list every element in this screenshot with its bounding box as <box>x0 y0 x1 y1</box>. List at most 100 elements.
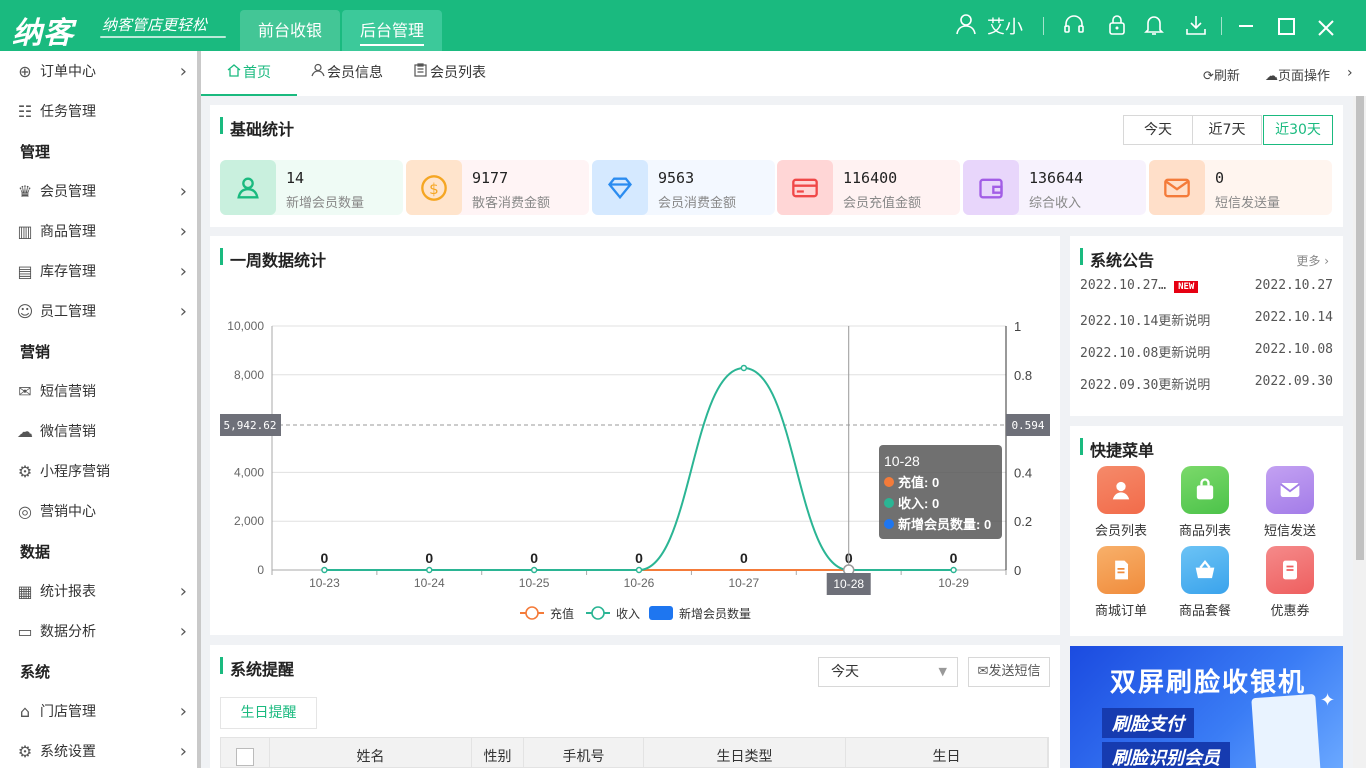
sidebar-item[interactable]: ✉ 短信营销 <box>0 371 197 411</box>
main-scrollbar[interactable] <box>1353 96 1366 768</box>
sidebar-item[interactable]: ⚙ 系统设置 › <box>0 731 197 768</box>
download-icon[interactable] <box>1185 14 1207 41</box>
stat-card[interactable]: 9563 会员消费金额 <box>592 160 775 215</box>
close-icon[interactable] <box>1318 17 1334 41</box>
sidebar: ⊕ 订单中心 › ☷ 任务管理 管理 ♛ 会员管理 › ▥ 商品管理 › ▤ 库存管理 › ☺ 员工管理 › 营销 ✉… <box>0 51 197 768</box>
minimize-icon[interactable] <box>1238 10 1254 37</box>
tab-birthday-reminder[interactable]: 生日提醒 <box>220 697 317 729</box>
chevron-right-icon: › <box>179 60 187 82</box>
envelope-icon <box>1149 160 1205 215</box>
range-today[interactable]: 今天 <box>1123 115 1193 145</box>
stat-card[interactable]: 136644 综合收入 <box>963 160 1146 215</box>
lock-icon[interactable] <box>1108 14 1126 41</box>
x-tick-label: 10-29 <box>938 576 969 590</box>
bell-icon[interactable] <box>1144 14 1164 41</box>
wallet-icon <box>963 160 1019 215</box>
sidebar-item[interactable]: ⌂ 门店管理 › <box>0 691 197 731</box>
send-sms-button[interactable]: ✉发送短信 <box>968 657 1050 687</box>
x-tick-label: 10-25 <box>519 576 550 590</box>
sidebar-item[interactable]: ▦ 统计报表 › <box>0 571 197 611</box>
user-name[interactable]: 艾小 <box>987 13 1023 39</box>
sidebar-item[interactable]: ⚙ 小程序营销 <box>0 451 197 491</box>
y-right-tick-label: 0.2 <box>1014 514 1032 529</box>
chevron-right-icon[interactable]: › <box>1347 65 1353 81</box>
sidebar-item[interactable]: ▤ 库存管理 › <box>0 251 197 291</box>
banner-line-2: 刷脸识别会员 <box>1102 742 1230 768</box>
sidebar-section-heading: 管理 <box>20 143 51 161</box>
select-all-checkbox[interactable] <box>236 748 254 766</box>
legend-marker-income <box>591 606 605 620</box>
sidebar-item-label: 商品管理 <box>40 224 96 240</box>
stat-card[interactable]: $9177 散客消费金额 <box>406 160 589 215</box>
x-tick-label: 10-23 <box>309 576 340 590</box>
stat-card[interactable]: 0 短信发送量 <box>1149 160 1332 215</box>
quick-menu-item[interactable]: 商品套餐 <box>1170 546 1240 619</box>
announcement-item[interactable]: 2022.10.14更新说明 2022.10.14 <box>1080 310 1333 330</box>
chevron-right-icon: › <box>179 620 187 642</box>
tab-member-list[interactable]: 会员列表 <box>414 51 486 96</box>
reminder-range-select[interactable]: 今天 ▼ <box>818 657 958 687</box>
basket-icon <box>1181 546 1229 594</box>
quick-menu-item[interactable]: 商城订单 <box>1086 546 1156 619</box>
range-7days[interactable]: 近7天 <box>1192 115 1262 145</box>
sparkle-icon: ✦ <box>1320 690 1336 711</box>
sidebar-item[interactable]: ⊕ 订单中心 › <box>0 51 197 91</box>
new-badge: NEW <box>1174 281 1199 293</box>
col-phone[interactable]: 手机号 <box>524 738 644 768</box>
sidebar-item[interactable]: ☁ 微信营销 <box>0 411 197 451</box>
reminders-title: 系统提醒 <box>230 660 295 679</box>
tab-member-info[interactable]: 会员信息 <box>311 51 383 96</box>
col-birthday-type[interactable]: 生日类型 <box>644 738 846 768</box>
col-gender[interactable]: 性别 <box>472 738 524 768</box>
nav-back-office[interactable]: 后台管理 <box>342 10 443 51</box>
stat-card[interactable]: 14 新增会员数量 <box>220 160 403 215</box>
scroll-thumb[interactable] <box>1356 96 1364 560</box>
y-tick-label: 4,000 <box>234 465 264 479</box>
col-birthday[interactable]: 生日 <box>846 738 1048 768</box>
diamond-icon <box>592 160 648 215</box>
quick-menu-item[interactable]: 会员列表 <box>1086 466 1156 539</box>
col-name[interactable]: 姓名 <box>270 738 472 768</box>
quick-menu-item[interactable]: 短信发送 <box>1255 466 1325 539</box>
quick-menu-item[interactable]: 优惠券 <box>1255 546 1325 619</box>
y-right-tick-label: 0.4 <box>1014 465 1032 480</box>
announcement-date: 2022.10.27 <box>1254 278 1333 293</box>
more-link[interactable]: 更多 › <box>1296 252 1329 269</box>
select-all-cell <box>221 738 270 768</box>
sidebar-item[interactable]: ◎ 营销中心 <box>0 491 197 531</box>
announcement-item[interactable]: 2022.10.08更新说明 2022.10.08 <box>1080 342 1333 362</box>
sidebar-item[interactable]: ☷ 任务管理 <box>0 91 197 131</box>
weekly-chart[interactable]: 0 0 2,000 0.2 4,000 0.4 8,000 0.8 10,000 1 10-23 0 1… <box>210 236 1060 635</box>
coupon-icon <box>1266 546 1314 594</box>
title-marker <box>220 117 223 134</box>
refresh-button[interactable]: ⟳刷新 <box>1203 65 1240 84</box>
stat-value: 14 <box>286 169 305 187</box>
sidebar-item[interactable]: ☺ 员工管理 › <box>0 291 197 331</box>
basic-stats-title: 基础统计 <box>230 120 295 139</box>
page-ops-button[interactable]: ☁页面操作 <box>1265 65 1330 84</box>
tab-home[interactable]: 首页 <box>201 51 297 96</box>
stat-card[interactable]: 116400 会员充值金额 <box>777 160 960 215</box>
crown-icon: ♛ <box>17 181 33 201</box>
stat-value: 136644 <box>1029 169 1084 187</box>
quick-menu-label: 商品列表 <box>1178 524 1231 539</box>
y-tick-label: 2,000 <box>234 514 264 528</box>
maximize-icon[interactable] <box>1278 16 1295 40</box>
range-30days[interactable]: 近30天 <box>1263 115 1333 145</box>
refresh-icon: ⟳ <box>1203 69 1214 84</box>
nav-front-cashier[interactable]: 前台收银 <box>240 10 341 51</box>
promo-banner[interactable]: 双屏刷脸收银机 刷脸支付 刷脸识别会员 ✦ <box>1070 646 1343 768</box>
announcement-item[interactable]: 2022.10.27… NEW 2022.10.27 <box>1080 278 1333 298</box>
tooltip-marker <box>884 477 894 487</box>
user-icon[interactable] <box>956 13 976 40</box>
svg-text:$: $ <box>429 179 439 197</box>
stat-label: 散客消费金额 <box>472 196 551 211</box>
sidebar-scrollbar[interactable] <box>197 51 201 768</box>
announcement-item[interactable]: 2022.09.30更新说明 2022.09.30 <box>1080 374 1333 394</box>
sidebar-item[interactable]: ▭ 数据分析 › <box>0 611 197 651</box>
sidebar-item[interactable]: ♛ 会员管理 › <box>0 171 197 211</box>
quick-menu-item[interactable]: 商品列表 <box>1170 466 1240 539</box>
headset-icon[interactable] <box>1063 15 1085 40</box>
series-point-income <box>635 566 643 574</box>
sidebar-item[interactable]: ▥ 商品管理 › <box>0 211 197 251</box>
